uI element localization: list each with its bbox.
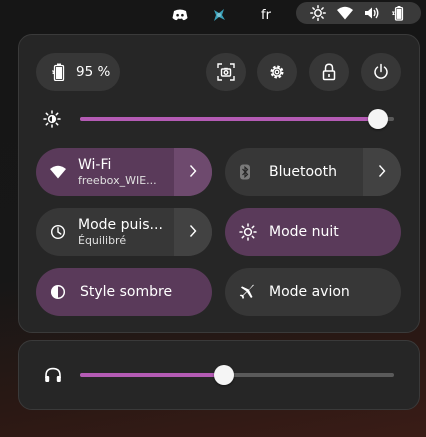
night-mode-toggle[interactable]: Mode nuit — [225, 208, 401, 256]
wifi-icon — [336, 6, 353, 20]
lock-screen-button[interactable] — [309, 53, 349, 91]
gear-icon — [268, 63, 286, 81]
night-light-icon — [239, 223, 265, 241]
chevron-right-icon — [378, 163, 386, 182]
screenshot-icon — [217, 63, 235, 81]
brightness-slider-fill — [80, 117, 379, 121]
battery-icon — [52, 63, 66, 81]
power-icon — [372, 63, 390, 81]
airplane-icon — [239, 284, 265, 300]
battery-percent: 95 % — [76, 64, 111, 80]
power-mode-value: Équilibré — [78, 234, 127, 247]
power-mode-label: Mode puis... — [78, 217, 163, 233]
battery-icon — [391, 5, 407, 21]
airplane-mode-toggle-main[interactable]: Mode avion — [225, 268, 401, 316]
wifi-network-name: freebox_WIE... — [78, 174, 157, 187]
system-tray[interactable] — [296, 2, 421, 24]
keyboard-layout-indicator[interactable]: fr — [256, 5, 276, 25]
bluetooth-toggle[interactable]: Bluetooth — [225, 148, 401, 196]
screenshot-button[interactable] — [206, 53, 246, 91]
brightness-icon — [309, 5, 326, 21]
airplane-mode-toggle[interactable]: Mode avion — [225, 268, 401, 316]
discord-icon[interactable] — [170, 5, 190, 25]
volume-slider-fill — [80, 373, 225, 377]
wifi-label: Wi-Fi — [78, 157, 112, 173]
volume-icon — [364, 6, 380, 20]
brightness-icon — [43, 110, 61, 128]
night-mode-toggle-main[interactable]: Mode nuit — [225, 208, 401, 256]
app-tray-icon[interactable] — [209, 5, 229, 25]
airplane-mode-label: Mode avion — [269, 284, 350, 300]
wifi-icon — [50, 165, 76, 179]
bluetooth-label: Bluetooth — [269, 164, 337, 180]
dark-style-toggle[interactable]: Style sombre — [36, 268, 212, 316]
dark-style-icon — [50, 284, 76, 300]
top-bar: fr — [0, 0, 426, 30]
settings-button[interactable] — [257, 53, 297, 91]
bluetooth-icon — [239, 164, 265, 180]
bluetooth-toggle-main[interactable]: Bluetooth — [225, 148, 363, 196]
battery-status[interactable]: 95 % — [36, 53, 120, 91]
chevron-right-icon — [189, 163, 197, 182]
dark-style-toggle-main[interactable]: Style sombre — [36, 268, 212, 316]
power-mode-toggle-main[interactable]: Mode puis... Équilibré — [36, 208, 174, 256]
volume-slider[interactable] — [80, 365, 394, 385]
power-mode-toggle[interactable]: Mode puis... Équilibré — [36, 208, 212, 256]
power-profile-icon — [50, 224, 76, 240]
chevron-right-icon — [189, 223, 197, 242]
night-mode-label: Mode nuit — [269, 224, 339, 240]
brightness-slider[interactable] — [80, 109, 394, 129]
lock-icon — [321, 63, 337, 81]
wifi-toggle-main[interactable]: Wi-Fi freebox_WIE... — [36, 148, 174, 196]
wifi-toggle[interactable]: Wi-Fi freebox_WIE... — [36, 148, 212, 196]
power-button[interactable] — [361, 53, 401, 91]
dark-style-label: Style sombre — [80, 284, 173, 300]
headphones-icon — [44, 366, 62, 384]
